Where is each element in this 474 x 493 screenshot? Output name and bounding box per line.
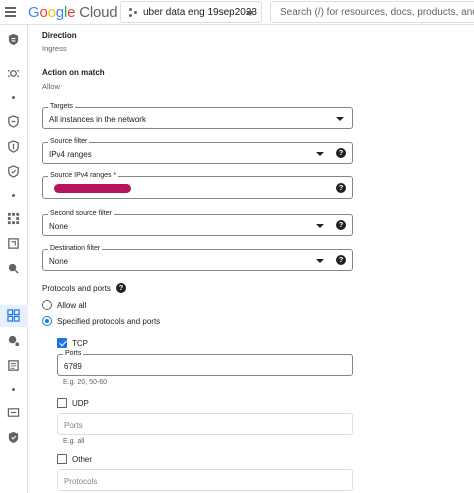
dashboard-icon[interactable]: [7, 309, 20, 322]
chevron-down-icon: [316, 224, 324, 228]
chevron-down-icon: [246, 11, 254, 16]
list-icon[interactable]: [7, 359, 20, 372]
destination-filter-value: None: [49, 257, 69, 266]
search-input[interactable]: Search (/) for resources, docs, products…: [270, 1, 474, 23]
vpc-network-icon[interactable]: [7, 33, 20, 46]
udp-checkbox[interactable]: [57, 398, 67, 408]
menu-icon[interactable]: [4, 5, 18, 19]
second-source-filter-value: None: [49, 222, 69, 231]
specified-protocols-radio[interactable]: [42, 316, 52, 326]
help-icon[interactable]: ?: [336, 220, 346, 230]
udp-ports-hint: E.g. all: [63, 438, 85, 445]
source-ipv4-ranges-input[interactable]: Source IPv4 ranges * ?: [42, 172, 353, 199]
help-icon[interactable]: ?: [336, 148, 346, 158]
other-protocols-placeholder: Protocols: [64, 477, 98, 486]
second-source-filter-select[interactable]: Second source filter None ?: [42, 210, 353, 236]
tcp-checkbox[interactable]: [57, 338, 67, 348]
routes-icon[interactable]: [7, 237, 20, 250]
udp-label[interactable]: UDP: [72, 399, 89, 408]
firewall-icon[interactable]: [7, 115, 20, 128]
project-selector[interactable]: uber data eng 19sep2023: [120, 1, 262, 23]
grid-icon[interactable]: [7, 212, 20, 225]
project-name: uber data eng 19sep2023: [143, 7, 257, 18]
destination-filter-select[interactable]: Destination filter None ?: [42, 245, 353, 271]
udp-ports-input[interactable]: Ports: [57, 413, 353, 435]
help-icon[interactable]: ?: [116, 283, 126, 293]
other-label[interactable]: Other: [72, 455, 92, 464]
source-ipv4-ranges-label: Source IPv4 ranges *: [48, 172, 119, 179]
targets-value: All instances in the network: [49, 115, 146, 124]
allow-all-radio[interactable]: [42, 300, 52, 310]
source-filter-select[interactable]: Source filter IPv4 ranges ?: [42, 138, 353, 164]
network-icon[interactable]: [7, 334, 20, 347]
google-cloud-logo[interactable]: Google Cloud: [28, 4, 118, 21]
folder-icon[interactable]: [7, 406, 20, 419]
firewall-policy-icon[interactable]: [7, 140, 20, 153]
divider-dot: [12, 96, 15, 99]
second-source-filter-label: Second source filter: [48, 210, 114, 217]
tcp-ports-hint: E.g. 20, 50-60: [63, 379, 107, 386]
action-label: Action on match: [42, 68, 105, 77]
tcp-label[interactable]: TCP: [72, 339, 88, 348]
search-placeholder: Search (/) for resources, docs, products…: [280, 7, 474, 18]
shield-check-icon[interactable]: [7, 431, 20, 444]
ip-address-icon[interactable]: [7, 67, 20, 80]
udp-ports-placeholder: Ports: [64, 421, 83, 430]
left-nav-rail: [0, 25, 28, 493]
source-filter-label: Source filter: [48, 138, 90, 145]
specified-protocols-label[interactable]: Specified protocols and ports: [57, 317, 160, 326]
top-app-bar: Google Cloud uber data eng 19sep2023 Sea…: [0, 0, 474, 25]
divider-dot: [12, 388, 15, 391]
other-checkbox[interactable]: [57, 454, 67, 464]
help-icon[interactable]: ?: [336, 183, 346, 193]
allow-all-label[interactable]: Allow all: [57, 301, 86, 310]
targets-label: Targets: [48, 103, 75, 110]
destination-filter-label: Destination filter: [48, 245, 103, 252]
security-icon[interactable]: [7, 262, 20, 275]
tcp-ports-label: Ports: [63, 350, 84, 357]
direction-value: Ingress: [42, 44, 67, 53]
redacted-value: [54, 184, 131, 193]
tcp-ports-input[interactable]: Ports 6789: [57, 350, 353, 376]
chevron-down-icon: [336, 117, 344, 121]
chevron-down-icon: [316, 259, 324, 263]
shield-icon[interactable]: [7, 165, 20, 178]
divider-dot: [12, 194, 15, 197]
action-value: Allow: [42, 82, 60, 91]
protocols-title: Protocols and ports: [42, 284, 111, 293]
help-icon[interactable]: ?: [336, 255, 346, 265]
targets-select[interactable]: Targets All instances in the network: [42, 103, 353, 129]
other-protocols-input[interactable]: Protocols: [57, 469, 353, 491]
chevron-down-icon: [316, 152, 324, 156]
source-filter-value: IPv4 ranges: [49, 150, 92, 159]
direction-label: Direction: [42, 31, 77, 40]
tcp-ports-value: 6789: [64, 362, 82, 371]
firewall-rule-form: Direction Ingress Action on match Allow …: [28, 25, 474, 493]
project-icon: [129, 8, 137, 17]
